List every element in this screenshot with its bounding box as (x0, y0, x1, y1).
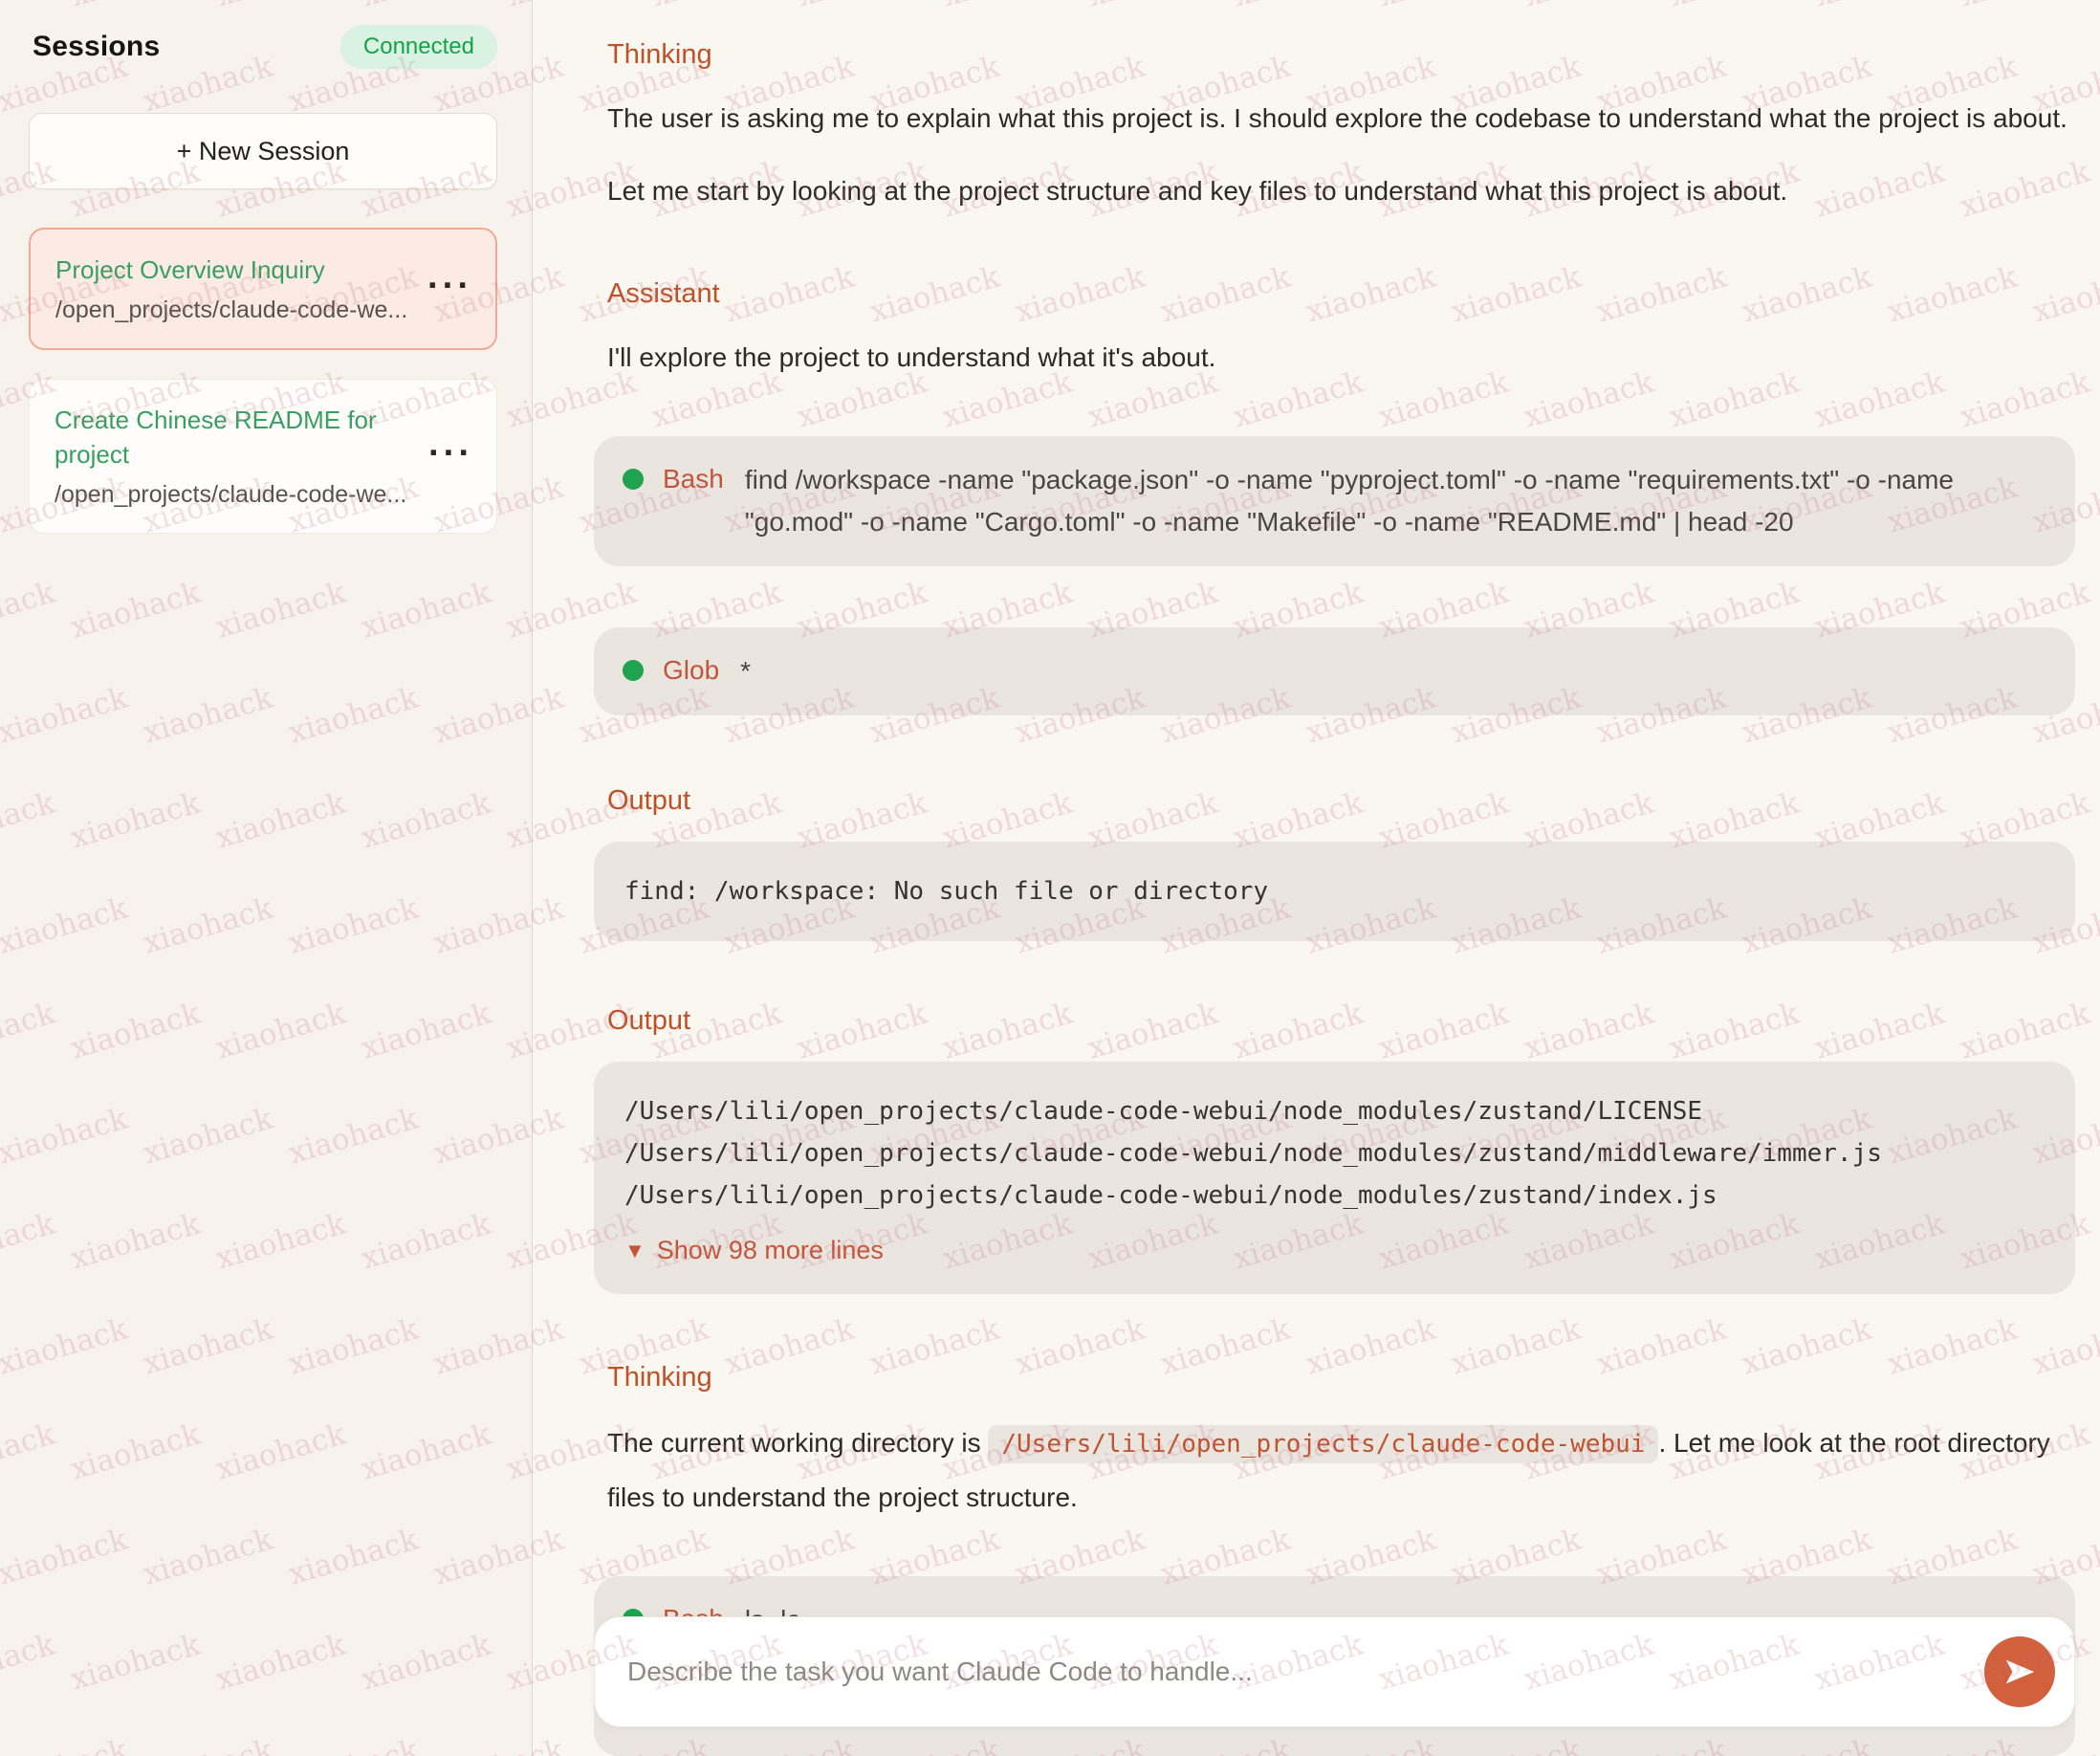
session-menu-icon[interactable]: ··· (428, 435, 473, 472)
assistant-heading: Assistant (607, 277, 2075, 310)
task-input[interactable] (627, 1657, 1969, 1687)
show-more-label: Show 98 more lines (657, 1236, 884, 1265)
output-block: find: /workspace: No such file or direct… (594, 842, 2075, 941)
show-more-lines-button[interactable]: ▼ Show 98 more lines (624, 1236, 2045, 1265)
tool-name: Glob (663, 650, 719, 691)
tool-status-dot-icon (623, 469, 644, 490)
session-path: /open_projects/claude-code-we... (55, 479, 429, 510)
inline-code: /Users/lili/open_projects/claude-code-we… (988, 1425, 1658, 1463)
triangle-down-icon: ▼ (624, 1239, 645, 1263)
output-line: /Users/lili/open_projects/claude-code-we… (624, 1174, 2045, 1217)
new-session-button[interactable]: + New Session (29, 113, 497, 189)
tool-command: find /workspace -name "package.json" -o … (745, 459, 2046, 543)
sidebar-title: Sessions (33, 31, 160, 63)
app-window: Sessions Connected + New Session Project… (0, 0, 2100, 1756)
session-item-chinese-readme[interactable]: Create Chinese README for project /open_… (29, 379, 497, 534)
connection-status-badge: Connected (340, 25, 497, 69)
output-line: /Users/lili/open_projects/claude-code-we… (624, 1090, 2045, 1132)
output-heading: Output (607, 1004, 2075, 1037)
thinking-paragraph: Let me start by looking at the project s… (607, 166, 2070, 216)
send-button[interactable] (1984, 1636, 2055, 1707)
session-menu-icon[interactable]: ··· (427, 268, 472, 304)
tool-status-dot-icon (623, 660, 644, 681)
output-block: /Users/lili/open_projects/claude-code-we… (594, 1062, 2075, 1294)
output-line: find: /workspace: No such file or direct… (624, 870, 2045, 912)
output-line: /Users/lili/open_projects/claude-code-we… (624, 1132, 2045, 1174)
assistant-paragraph: I'll explore the project to understand w… (607, 333, 2070, 383)
output-heading: Output (607, 784, 2075, 817)
session-item-project-overview[interactable]: Project Overview Inquiry /open_projects/… (29, 228, 497, 350)
tool-name: Bash (663, 459, 724, 499)
send-icon (2002, 1654, 2038, 1690)
thinking-heading: Thinking (607, 38, 2075, 71)
sidebar-header: Sessions Connected (29, 25, 497, 69)
tool-command: * (740, 650, 751, 692)
session-title: Project Overview Inquiry (55, 252, 428, 287)
chat-main: Thinking The user is asking me to explai… (533, 0, 2100, 1756)
text-before-code: The current working directory is (607, 1428, 988, 1458)
sessions-sidebar: Sessions Connected + New Session Project… (0, 0, 533, 1756)
composer-bar (594, 1616, 2075, 1727)
thinking-heading: Thinking (607, 1361, 2075, 1394)
session-path: /open_projects/claude-code-we... (55, 295, 428, 325)
thinking-paragraph: The current working directory is /Users/… (607, 1416, 2070, 1525)
session-title: Create Chinese README for project (55, 403, 429, 472)
tool-call-glob[interactable]: Glob * (594, 627, 2075, 715)
thinking-paragraph: The user is asking me to explain what th… (607, 94, 2070, 143)
tool-call-bash-find[interactable]: Bash find /workspace -name "package.json… (594, 436, 2075, 566)
